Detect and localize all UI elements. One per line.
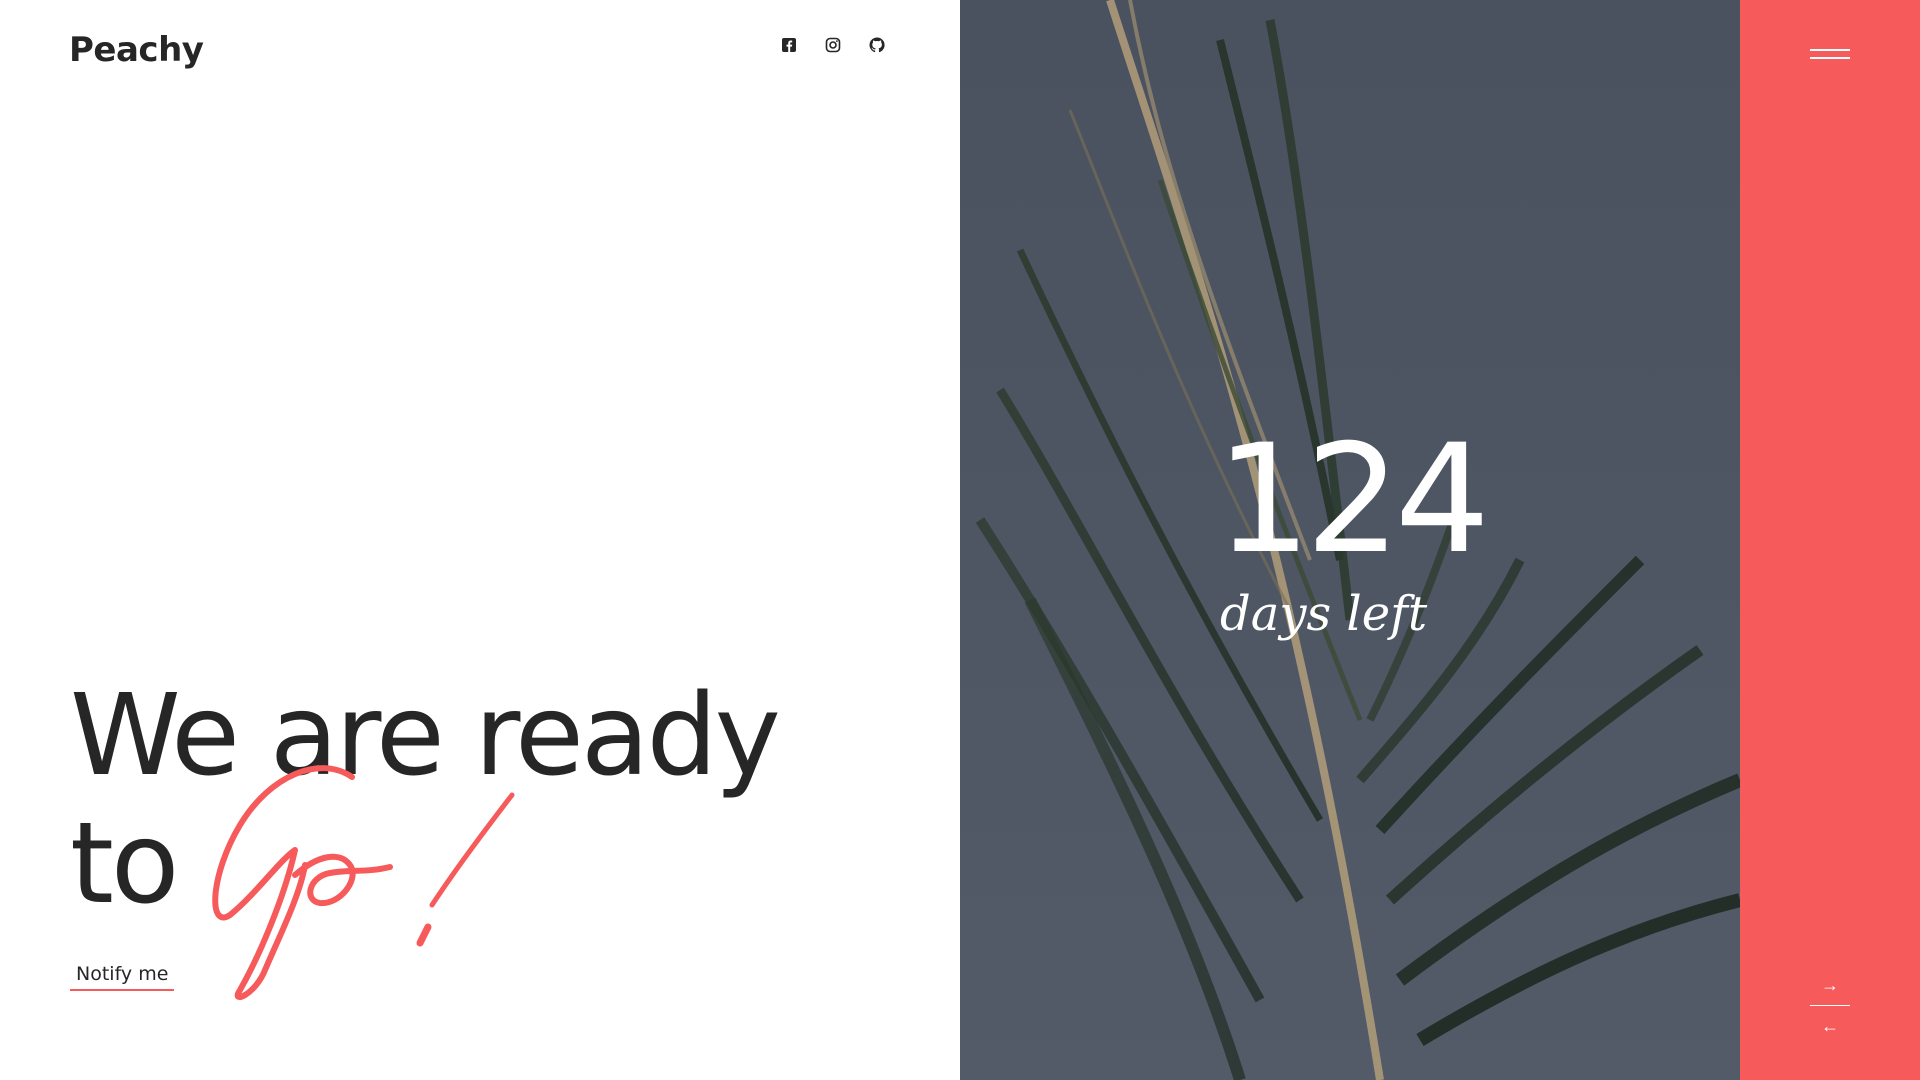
- arrow-left-icon[interactable]: ←: [1810, 1016, 1850, 1036]
- facebook-icon[interactable]: [780, 36, 798, 54]
- brand-logo[interactable]: Peachy: [69, 30, 204, 70]
- arrow-divider: [1810, 1005, 1850, 1006]
- slide-nav: → ←: [1810, 975, 1850, 1036]
- social-links: [780, 36, 886, 54]
- github-icon[interactable]: [868, 36, 886, 54]
- instagram-icon[interactable]: [824, 36, 842, 54]
- accent-sidebar: → ←: [1740, 0, 1920, 1080]
- days-left-script: days left: [1220, 586, 1428, 642]
- landing-page: Peachy We are ready to Notify me 124 day…: [0, 0, 1920, 1080]
- go-script-lettering: [212, 765, 515, 1000]
- hero-photo: 124 days left: [960, 0, 1740, 1080]
- arrow-right-icon[interactable]: →: [1810, 975, 1850, 995]
- notify-me-link[interactable]: Notify me: [70, 963, 175, 991]
- countdown-days-value: 124: [1215, 413, 1490, 587]
- left-panel: Peachy We are ready to Notify me: [0, 0, 960, 1080]
- days-left-text: days left: [1220, 586, 1428, 642]
- hamburger-menu-icon[interactable]: [1810, 46, 1850, 62]
